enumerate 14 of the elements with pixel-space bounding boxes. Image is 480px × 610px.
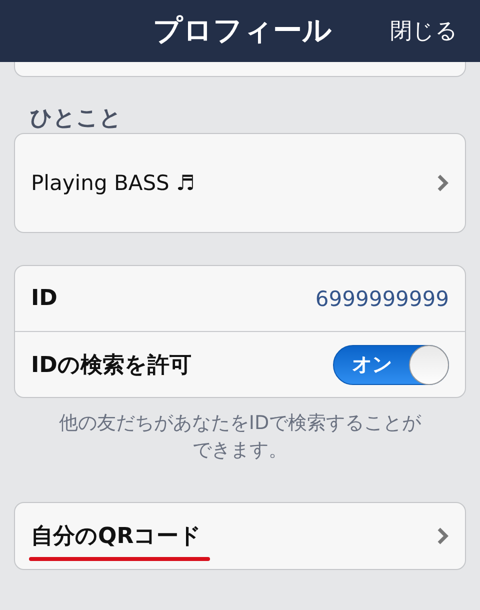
id-value: 6999999999 bbox=[315, 286, 449, 310]
screen-title: プロフィール bbox=[153, 12, 332, 49]
id-label: ID bbox=[31, 286, 58, 311]
close-button[interactable]: 閉じる bbox=[390, 16, 458, 46]
section-label: ひとこと bbox=[30, 105, 123, 133]
qr-code-row[interactable]: 自分のQRコード bbox=[14, 502, 466, 570]
status-message: Playing BASS ♬ bbox=[31, 171, 195, 195]
status-message-row[interactable]: Playing BASS ♬ bbox=[14, 133, 466, 233]
help-note: 他の友だちがあなたをIDで検索することができます。 bbox=[58, 411, 422, 463]
setting-label: IDの検索を許可 bbox=[31, 352, 192, 380]
chevron-icon bbox=[437, 527, 449, 545]
chevron-icon bbox=[437, 174, 449, 192]
qr-code-label: 自分のQRコード bbox=[31, 523, 202, 551]
toggle-switch[interactable]: オン bbox=[333, 344, 449, 384]
